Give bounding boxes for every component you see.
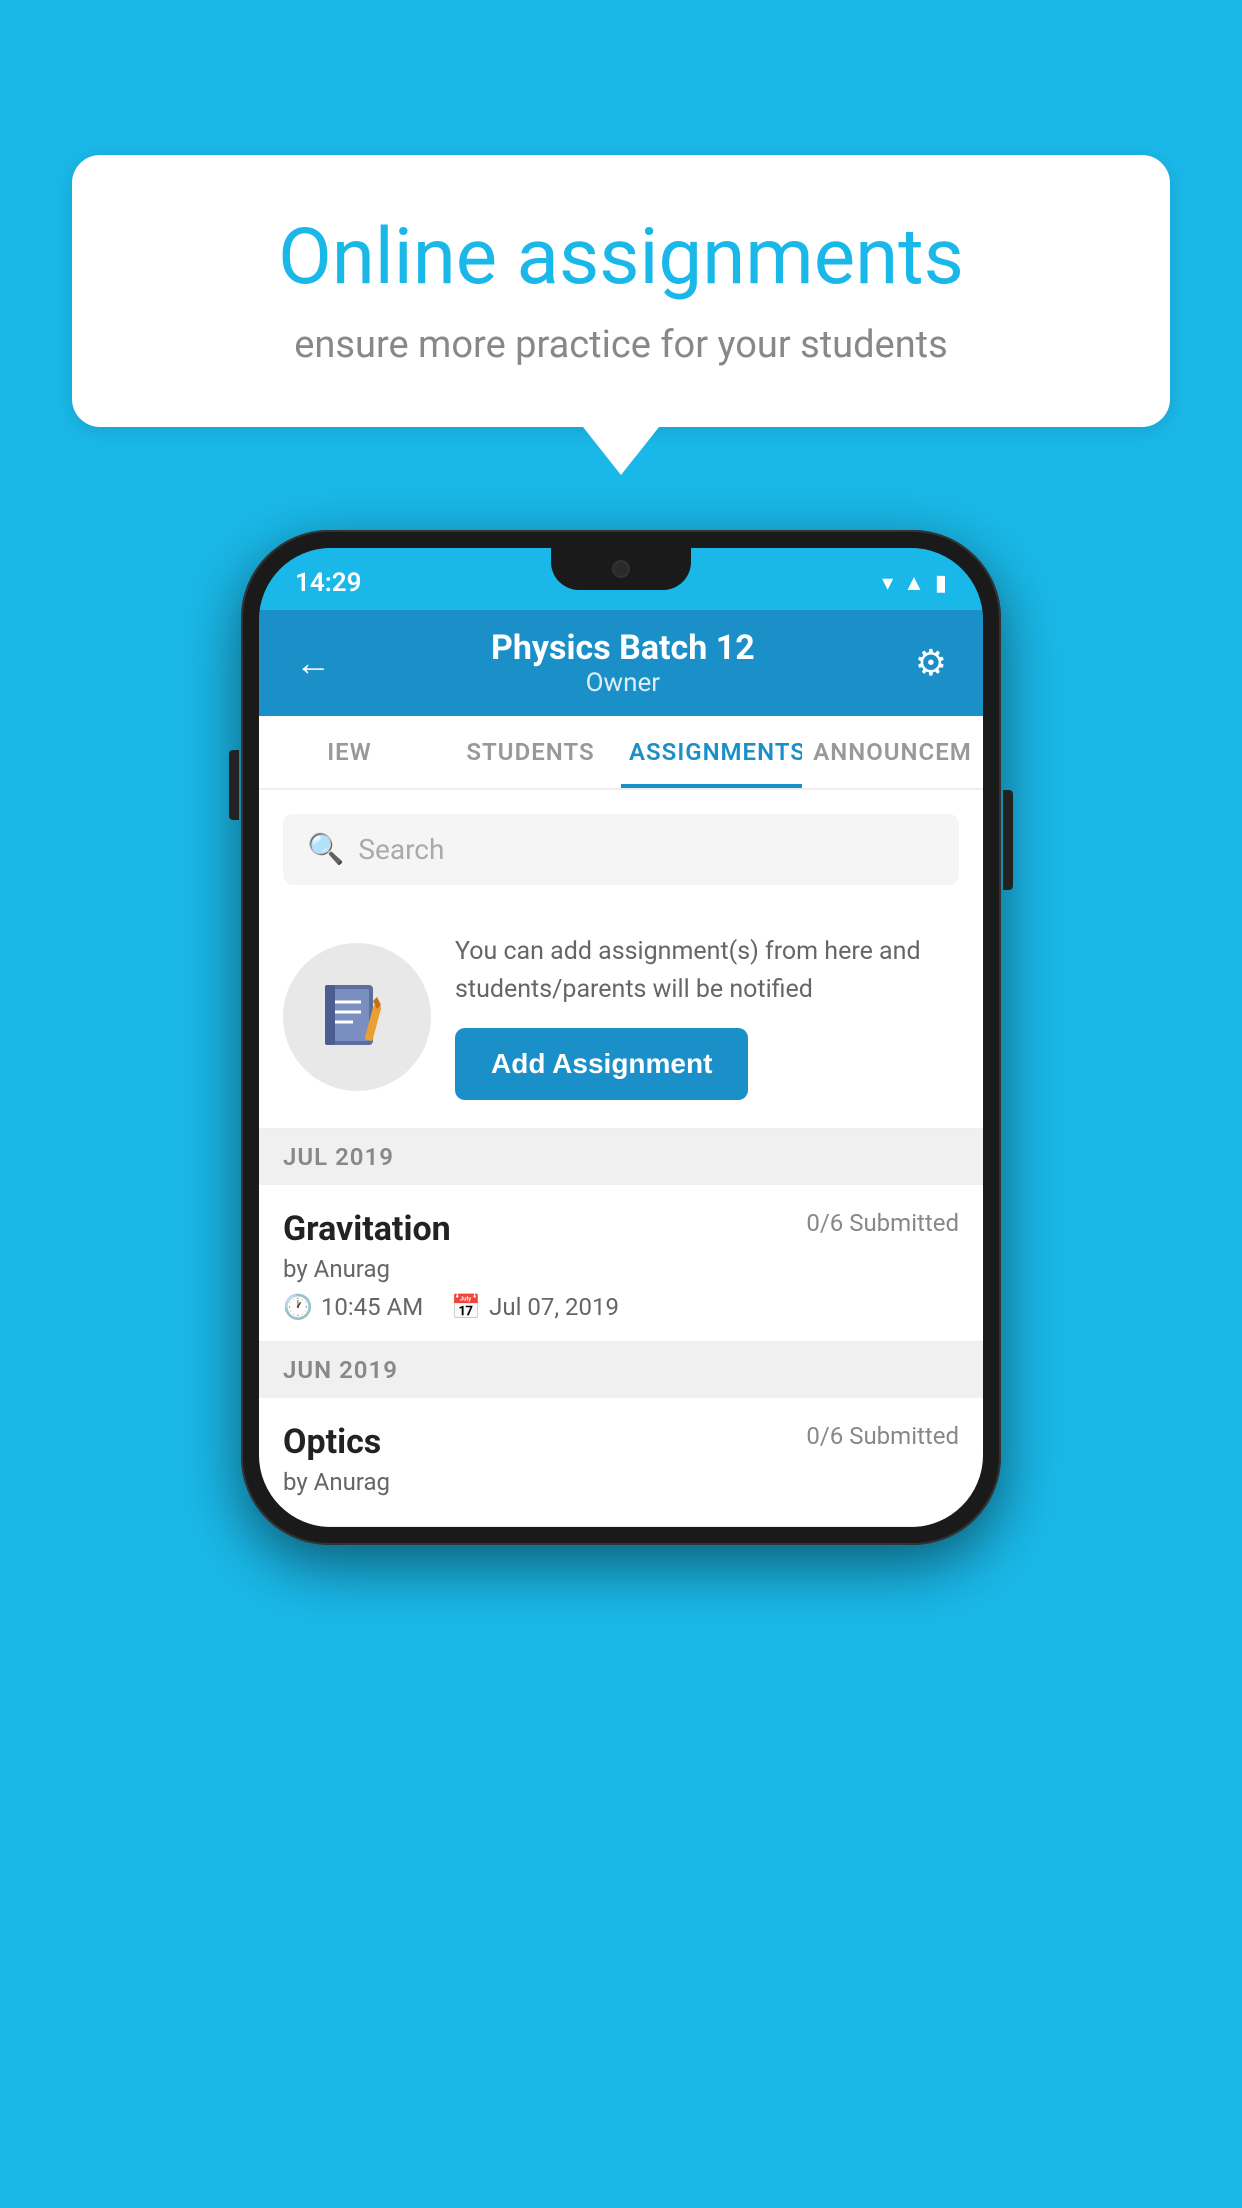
header-title: Physics Batch 12 (331, 628, 915, 668)
calendar-icon: 📅 (451, 1293, 481, 1321)
settings-button[interactable]: ⚙ (915, 642, 947, 684)
assignment-optics-submitted: 0/6 Submitted (806, 1422, 959, 1450)
info-card-right: You can add assignment(s) from here and … (455, 933, 959, 1100)
back-button[interactable]: ← (295, 642, 331, 684)
phone-outer: 14:29 ▾ ▲ ▮ ← Physics Batch 12 Owner ⚙ I… (241, 530, 1001, 1545)
assignment-gravitation-date: 📅 Jul 07, 2019 (451, 1293, 619, 1321)
signal-icon: ▲ (903, 570, 925, 596)
section-header-jul-text: JUL 2019 (283, 1143, 394, 1171)
tab-students[interactable]: STUDENTS (440, 716, 621, 788)
assignment-optics-top: Optics 0/6 Submitted (283, 1422, 959, 1462)
section-jun-2019: JUN 2019 (259, 1342, 983, 1398)
battery-icon: ▮ (935, 571, 947, 596)
tab-assignments[interactable]: ASSIGNMENTS (621, 716, 802, 788)
tab-announcements[interactable]: ANNOUNCEM (802, 716, 983, 788)
assignment-optics-by: by Anurag (283, 1468, 959, 1496)
tab-iew[interactable]: IEW (259, 716, 440, 788)
header-center: Physics Batch 12 Owner (331, 628, 915, 698)
phone-device: 14:29 ▾ ▲ ▮ ← Physics Batch 12 Owner ⚙ I… (241, 530, 1001, 1545)
speech-bubble-subtitle: ensure more practice for your students (142, 323, 1100, 367)
tabs-container: IEW STUDENTS ASSIGNMENTS ANNOUNCEM (259, 716, 983, 790)
wifi-icon: ▾ (882, 571, 893, 596)
notebook-icon (317, 977, 397, 1057)
assignment-gravitation-top: Gravitation 0/6 Submitted (283, 1209, 959, 1249)
assignment-gravitation-time: 🕐 10:45 AM (283, 1293, 423, 1321)
notebook-icon-circle (283, 943, 431, 1091)
speech-bubble: Online assignments ensure more practice … (72, 155, 1170, 427)
speech-bubble-arrow (583, 427, 659, 475)
search-bar[interactable]: 🔍 Search (283, 814, 959, 885)
speech-bubble-container: Online assignments ensure more practice … (72, 155, 1170, 475)
assignment-gravitation-meta: 🕐 10:45 AM 📅 Jul 07, 2019 (283, 1293, 959, 1321)
status-time: 14:29 (295, 568, 362, 598)
info-card-text: You can add assignment(s) from here and … (455, 933, 959, 1008)
search-icon: 🔍 (307, 832, 344, 867)
assignment-gravitation[interactable]: Gravitation 0/6 Submitted by Anurag 🕐 10… (259, 1185, 983, 1342)
app-header: ← Physics Batch 12 Owner ⚙ (259, 610, 983, 716)
assignment-gravitation-submitted: 0/6 Submitted (806, 1209, 959, 1237)
screen-content: 🔍 Search (259, 790, 983, 1527)
assignment-gravitation-title: Gravitation (283, 1209, 451, 1249)
section-header-jun-text: JUN 2019 (283, 1356, 398, 1384)
camera (612, 560, 630, 578)
header-subtitle: Owner (331, 668, 915, 698)
phone-notch (551, 548, 691, 590)
search-placeholder: Search (358, 833, 444, 866)
add-assignment-button[interactable]: Add Assignment (455, 1028, 748, 1100)
phone-screen: 14:29 ▾ ▲ ▮ ← Physics Batch 12 Owner ⚙ I… (259, 548, 983, 1527)
info-card: You can add assignment(s) from here and … (259, 905, 983, 1129)
assignment-optics[interactable]: Optics 0/6 Submitted by Anurag (259, 1398, 983, 1527)
section-jul-2019: JUL 2019 (259, 1129, 983, 1185)
clock-icon: 🕐 (283, 1293, 313, 1321)
assignment-optics-title: Optics (283, 1422, 381, 1462)
assignment-gravitation-by: by Anurag (283, 1255, 959, 1283)
status-icons: ▾ ▲ ▮ (882, 570, 947, 596)
speech-bubble-title: Online assignments (142, 215, 1100, 301)
